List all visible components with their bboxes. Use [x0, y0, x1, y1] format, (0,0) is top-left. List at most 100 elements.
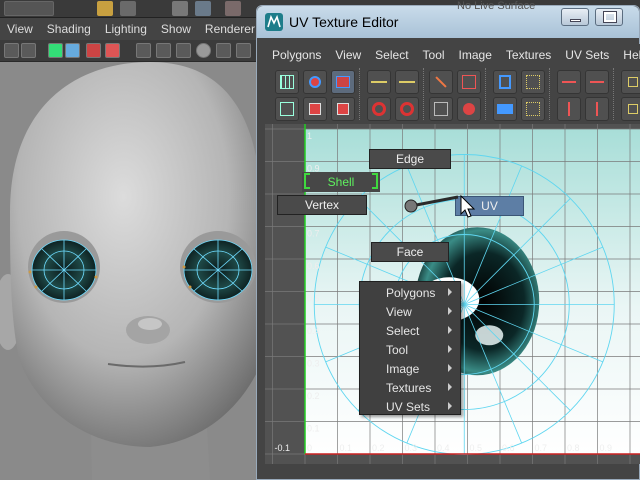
align-uvs-min-u-icon[interactable] [557, 70, 581, 94]
grid-uvs-icon[interactable] [521, 70, 545, 94]
maximize-button[interactable] [595, 8, 623, 26]
v-axis-label: 1 [307, 131, 312, 141]
submenu-arrow-icon [448, 345, 452, 353]
film-gate-icon[interactable] [156, 43, 171, 58]
merge-uvs-icon[interactable] [457, 97, 481, 121]
toolbar-separator [359, 68, 361, 120]
viewport-menubar: View Shading Lighting Show Renderer Pa [0, 18, 284, 40]
grid-icon[interactable] [136, 43, 151, 58]
uv-menu-textures[interactable]: Textures [499, 48, 558, 62]
u-axis-label: 0.7 [535, 443, 548, 453]
image-plane-icon[interactable] [65, 43, 80, 58]
viewport-menu-show[interactable]: Show [154, 22, 198, 36]
paint-tool-icon[interactable] [225, 1, 241, 16]
select-shell-icon[interactable] [303, 97, 327, 121]
uv-menu-help[interactable]: Help [616, 48, 640, 62]
lasso-tool-icon[interactable] [195, 1, 211, 16]
minimize-button[interactable] [561, 8, 589, 26]
camera-attributes-icon[interactable] [21, 43, 36, 58]
uv-menu-image[interactable]: Image [452, 48, 499, 62]
marking-menu-popup: Polygons View Select Tool Image Textures… [359, 281, 461, 415]
marking-menu-uv[interactable]: UV [455, 196, 524, 216]
uv-editor-toolbar [265, 66, 640, 124]
viewport-menu-shading[interactable]: Shading [40, 22, 98, 36]
viewport-menu-lighting[interactable]: Lighting [98, 22, 154, 36]
camera-icon[interactable] [4, 43, 19, 58]
marking-menu-vertex[interactable]: Vertex [277, 195, 367, 215]
right-eye [180, 231, 256, 303]
perspective-viewport[interactable] [0, 62, 262, 480]
grease-pencil-icon[interactable] [105, 43, 120, 58]
u-axis-label: -0.1 [275, 443, 291, 453]
align-uvs-extra-icon[interactable] [621, 70, 640, 94]
toolbar-separator [549, 68, 551, 120]
folder-icon[interactable] [97, 1, 113, 16]
snapshot-icon[interactable] [621, 97, 640, 121]
window-titlebar[interactable]: UV Texture Editor No Live Surface [257, 0, 639, 38]
submenu-arrow-icon [448, 402, 452, 410]
viewport-menu-renderer[interactable]: Renderer [198, 22, 262, 36]
uv-menu-select[interactable]: Select [368, 48, 415, 62]
uv-select-grid-icon[interactable] [275, 97, 299, 121]
flip-uvs-horizontal-icon[interactable] [367, 70, 391, 94]
popup-item-view[interactable]: View [360, 303, 460, 322]
align-uvs-min-v-icon[interactable] [557, 97, 581, 121]
uv-menu-view[interactable]: View [328, 48, 368, 62]
maya-icon [265, 13, 283, 31]
select-border-icon[interactable] [331, 97, 355, 121]
save-icon[interactable] [120, 1, 136, 16]
marking-menu-face[interactable]: Face [371, 242, 449, 262]
submenu-arrow-icon [448, 383, 452, 391]
bookmark-icon[interactable] [48, 43, 63, 58]
rotate-uvs-cw-icon[interactable] [395, 97, 419, 121]
uv-lattice-tool-icon[interactable] [275, 70, 299, 94]
v-axis-label: 0.6 [307, 261, 320, 271]
viewport-menu-view[interactable]: View [0, 22, 40, 36]
layout-uvs-icon[interactable] [493, 70, 517, 94]
popup-item-select[interactable]: Select [360, 322, 460, 341]
marking-menu-edge[interactable]: Edge [369, 149, 451, 169]
align-uvs-max-u-icon[interactable] [585, 70, 609, 94]
wireframe-icon[interactable] [216, 43, 231, 58]
head-model [0, 62, 262, 480]
live-surface-status: No Live Surface [457, 0, 536, 12]
popup-item-tool[interactable]: Tool [360, 341, 460, 360]
maximize-icon [603, 11, 617, 23]
align-uvs-max-v-icon[interactable] [585, 97, 609, 121]
select-tool-icon[interactable] [172, 1, 188, 16]
sew-uv-edges-icon[interactable] [457, 70, 481, 94]
flip-uvs-vertical-icon[interactable] [395, 70, 419, 94]
resolution-gate-icon[interactable] [176, 43, 191, 58]
uv-menu-tool[interactable]: Tool [416, 48, 452, 62]
submenu-arrow-icon [448, 364, 452, 372]
unfold-uvs-icon[interactable] [521, 97, 545, 121]
popup-item-textures[interactable]: Textures [360, 379, 460, 398]
popup-item-uv-sets[interactable]: UV Sets [360, 398, 460, 417]
window-title: UV Texture Editor [289, 14, 399, 30]
straighten-uvs-icon[interactable] [493, 97, 517, 121]
u-axis-label: 0.9 [600, 443, 613, 453]
two-d-pan-icon[interactable] [86, 43, 101, 58]
uv-smudge-tool-icon[interactable] [331, 70, 355, 94]
v-axis-label: 0.5 [307, 294, 320, 304]
toolbar-separator [423, 68, 425, 120]
u-axis-label: 0.5 [470, 443, 483, 453]
cut-uv-edges-icon[interactable] [429, 70, 453, 94]
eye-glint [475, 325, 504, 346]
v-axis-label: 0.1 [307, 424, 320, 434]
v-axis-label: 0.2 [307, 391, 320, 401]
shaded-icon[interactable] [196, 43, 211, 58]
popup-item-polygons[interactable]: Polygons [360, 284, 460, 303]
marking-menu-shell[interactable]: Shell [302, 172, 380, 192]
split-uvs-icon[interactable] [429, 97, 453, 121]
status-icon[interactable] [4, 1, 54, 16]
viewport-toolbar [0, 40, 260, 62]
toolbar-separator [613, 68, 615, 120]
move-uv-shell-tool-icon[interactable] [303, 70, 327, 94]
uv-menu-polygons[interactable]: Polygons [265, 48, 328, 62]
uv-menu-uv-sets[interactable]: UV Sets [558, 48, 616, 62]
popup-item-image[interactable]: Image [360, 360, 460, 379]
rotate-uvs-ccw-icon[interactable] [367, 97, 391, 121]
toolbar-separator [485, 68, 487, 120]
textured-icon[interactable] [236, 43, 251, 58]
